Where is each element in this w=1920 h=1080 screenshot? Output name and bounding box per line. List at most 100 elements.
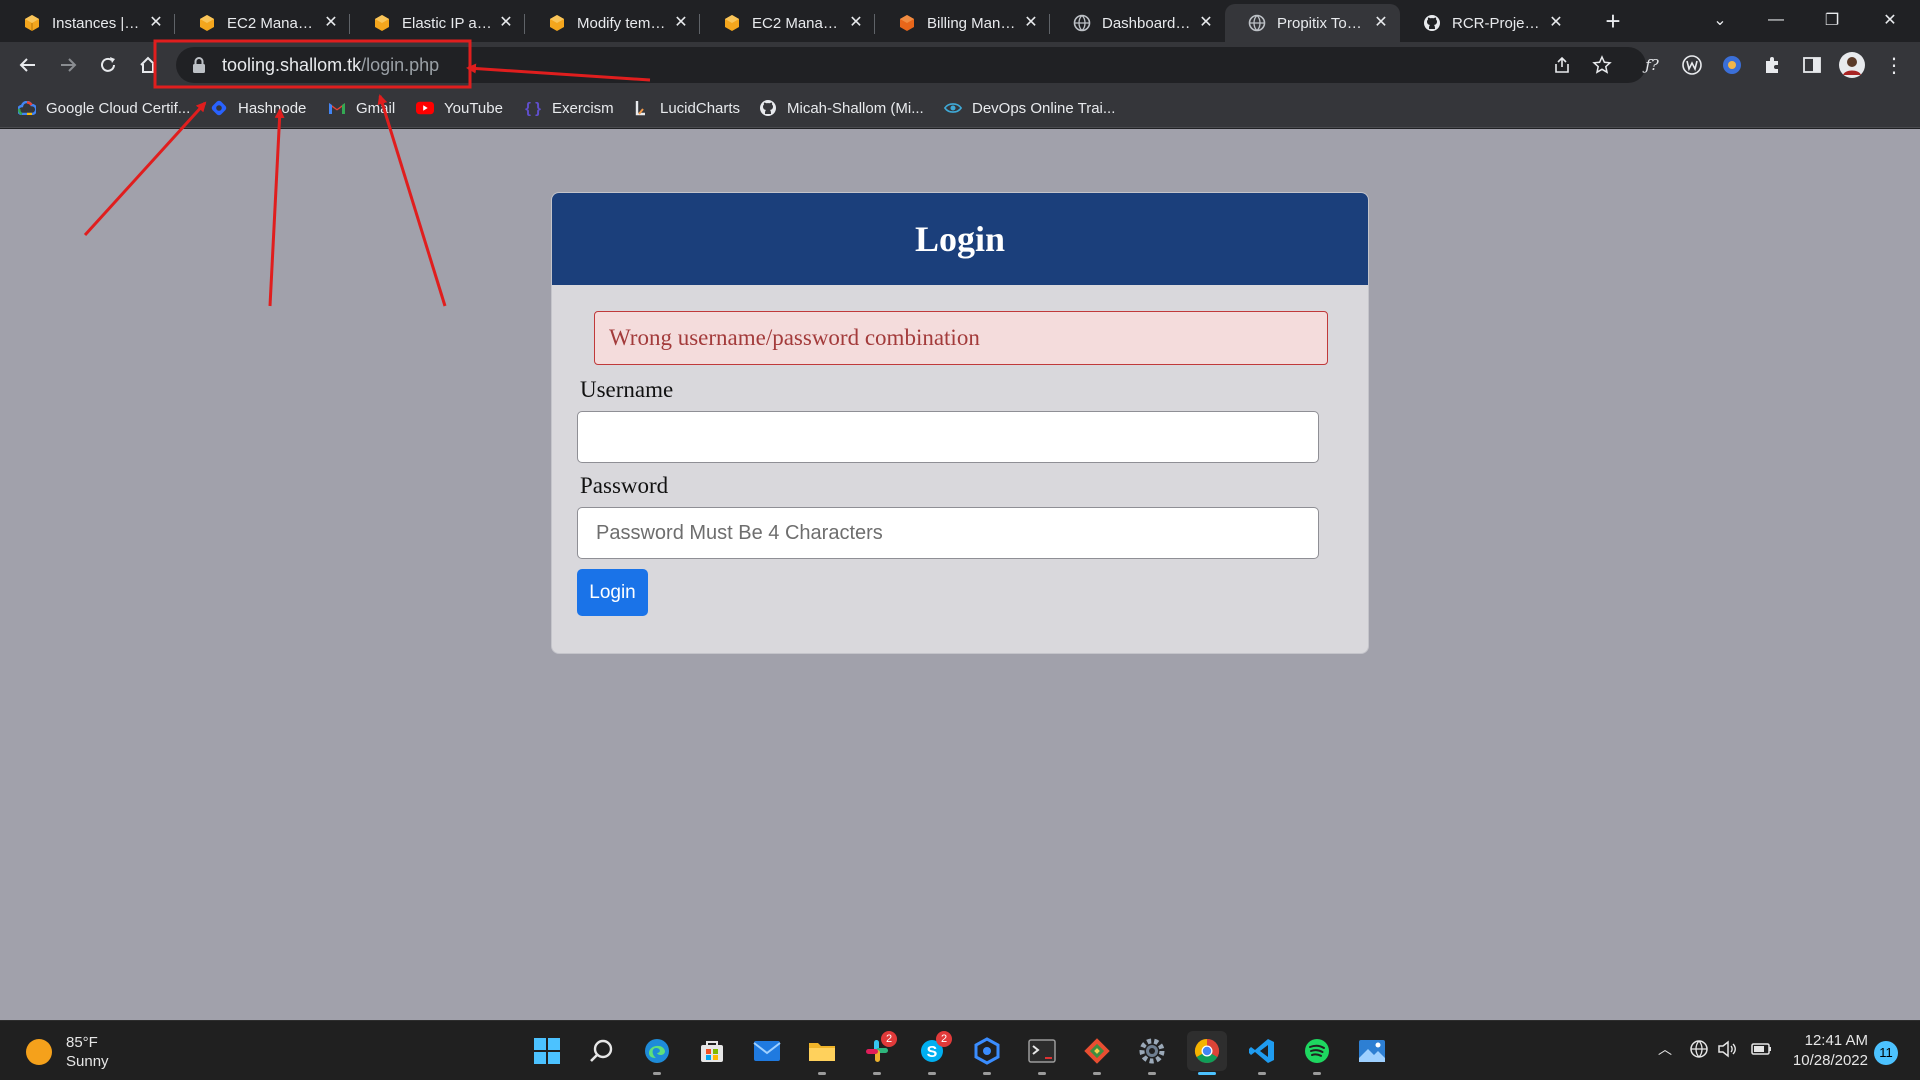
tab-elastic-ip[interactable]: Elastic IP addresses ✕: [350, 4, 525, 42]
google-cloud-icon: [18, 99, 36, 117]
hexagon-app-icon: [974, 1037, 1000, 1065]
close-icon[interactable]: ✕: [1197, 14, 1215, 32]
restore-button[interactable]: ❐: [1804, 0, 1860, 40]
system-clock[interactable]: 12:41 AM 10/28/2022: [1782, 1031, 1868, 1071]
share-icon[interactable]: [1548, 51, 1576, 79]
bookmark-exercism[interactable]: { } Exercism: [524, 96, 614, 120]
extensions-puzzle-icon[interactable]: [1758, 51, 1786, 79]
bookmark-google-cloud[interactable]: Google Cloud Certif...: [18, 96, 190, 120]
vscode-icon: [1249, 1039, 1274, 1063]
username-input[interactable]: [577, 411, 1319, 463]
exercism-icon: { }: [525, 99, 541, 117]
browser-toolbar: tooling.shallom.tk/login.php ƒ? ⋮: [0, 42, 1920, 88]
tab-title: RCR-Project-C: [1452, 14, 1543, 32]
network-globe-icon[interactable]: [1688, 1037, 1710, 1061]
login-button[interactable]: Login: [577, 569, 648, 616]
tab-ec2-management[interactable]: EC2 Management Console ✕: [175, 4, 350, 42]
taskbar-settings[interactable]: [1132, 1031, 1172, 1075]
aws-cube-icon: [547, 13, 567, 33]
error-alert: Wrong username/password combination: [594, 311, 1328, 365]
taskbar-terminal[interactable]: [1022, 1031, 1062, 1075]
new-tab-button[interactable]: +: [1598, 6, 1628, 36]
close-icon[interactable]: ✕: [1022, 14, 1040, 32]
back-button[interactable]: [12, 49, 44, 81]
tab-search-chevron-icon[interactable]: ⌄: [1692, 0, 1748, 40]
function-extension-icon[interactable]: ƒ?: [1638, 51, 1666, 79]
taskbar-photos[interactable]: [1352, 1031, 1392, 1071]
chrome-menu-icon[interactable]: ⋮: [1880, 51, 1908, 79]
close-icon[interactable]: ✕: [322, 14, 340, 32]
github-icon: [1422, 13, 1442, 33]
taskbar-chrome[interactable]: [1187, 1031, 1227, 1075]
bookmarks-bar: Google Cloud Certif... Hashnode Gmail Yo…: [0, 88, 1920, 128]
tab-ec2-management-2[interactable]: EC2 Management Console ✕: [700, 4, 875, 42]
tray-chevron-up-icon[interactable]: ︿: [1654, 1037, 1676, 1061]
reload-button[interactable]: [92, 49, 124, 81]
search-button[interactable]: [582, 1031, 622, 1071]
battery-icon[interactable]: [1750, 1037, 1772, 1061]
taskbar-store[interactable]: [692, 1031, 732, 1071]
hashnode-icon: [210, 99, 228, 117]
close-icon[interactable]: ✕: [847, 14, 865, 32]
bookmark-gmail[interactable]: Gmail: [328, 96, 395, 120]
bookmark-youtube[interactable]: YouTube: [416, 96, 503, 120]
blue-extension-icon[interactable]: [1718, 51, 1746, 79]
login-card-header: Login: [552, 193, 1368, 285]
start-button[interactable]: [527, 1031, 567, 1071]
page-viewport: Login Wrong username/password combinatio…: [0, 129, 1920, 1020]
tab-dashboard[interactable]: Dashboard ‹ My Site ✕: [1050, 4, 1225, 42]
side-panel-icon[interactable]: [1798, 51, 1826, 79]
taskbar-file-explorer[interactable]: [802, 1031, 842, 1075]
password-input[interactable]: [577, 507, 1319, 559]
taskbar-vscode[interactable]: [1242, 1031, 1282, 1075]
weather-widget[interactable]: 85°F Sunny: [26, 1033, 109, 1071]
notification-badge[interactable]: 11: [1874, 1041, 1898, 1065]
tab-github-rcr[interactable]: RCR-Project-C ✕: [1400, 4, 1575, 42]
mail-icon: [753, 1041, 781, 1061]
bookmark-label: YouTube: [444, 99, 503, 117]
bookmark-github-micah[interactable]: Micah-Shallom (Mi...: [759, 96, 924, 120]
bookmark-star-icon[interactable]: [1588, 51, 1616, 79]
github-icon: [759, 99, 777, 117]
close-icon[interactable]: ✕: [147, 14, 165, 32]
taskbar-slack[interactable]: 2: [857, 1031, 897, 1075]
tab-propitix-tooling[interactable]: Propitix Tooling ✕: [1225, 4, 1400, 42]
sun-icon: [26, 1039, 52, 1065]
w-extension-icon[interactable]: [1678, 51, 1706, 79]
bookmark-lucidcharts[interactable]: LucidCharts: [632, 96, 740, 120]
taskbar-spotify[interactable]: [1297, 1031, 1337, 1075]
bookmark-label: Hashnode: [238, 99, 307, 117]
photos-icon: [1359, 1040, 1385, 1062]
taskbar-edge[interactable]: [637, 1031, 677, 1075]
minimize-button[interactable]: —: [1748, 0, 1804, 40]
bookmark-label: Gmail: [356, 99, 396, 117]
volume-icon[interactable]: [1716, 1037, 1738, 1061]
close-icon[interactable]: ✕: [672, 14, 690, 32]
aws-billing-icon: [897, 13, 917, 33]
close-window-button[interactable]: ✕: [1862, 0, 1918, 40]
forward-button[interactable]: [52, 49, 84, 81]
close-icon[interactable]: ✕: [1372, 14, 1390, 32]
profile-avatar[interactable]: [1838, 51, 1866, 79]
taskbar-app-hexagon[interactable]: [967, 1031, 1007, 1075]
windows-logo-icon: [534, 1038, 560, 1064]
taskbar-mail[interactable]: [747, 1031, 787, 1071]
tab-modify-template[interactable]: Modify template ✕: [525, 4, 700, 42]
close-icon[interactable]: ✕: [1547, 14, 1565, 32]
taskbar-skype[interactable]: S 2: [912, 1031, 952, 1075]
bookmark-devops[interactable]: DevOps Online Trai...: [944, 96, 1115, 120]
bookmark-label: Micah-Shallom (Mi...: [787, 99, 924, 117]
bookmark-hashnode[interactable]: Hashnode: [210, 96, 306, 120]
bookmark-label: Exercism: [552, 99, 614, 117]
folder-icon: [809, 1043, 835, 1061]
home-button[interactable]: [132, 49, 164, 81]
tab-billing[interactable]: Billing Management Console ✕: [875, 4, 1050, 42]
tab-strip: Instances | EC2 Management Console ✕ EC2…: [0, 0, 1920, 42]
search-icon: [590, 1039, 613, 1062]
taskbar-git[interactable]: [1077, 1031, 1117, 1075]
tab-title: EC2 Management Console: [752, 14, 843, 32]
tab-instances-ec2[interactable]: Instances | EC2 Management Console ✕: [0, 4, 175, 42]
lucidcharts-icon: [632, 99, 650, 117]
address-bar[interactable]: tooling.shallom.tk/login.php: [176, 47, 1646, 83]
close-icon[interactable]: ✕: [497, 14, 515, 32]
